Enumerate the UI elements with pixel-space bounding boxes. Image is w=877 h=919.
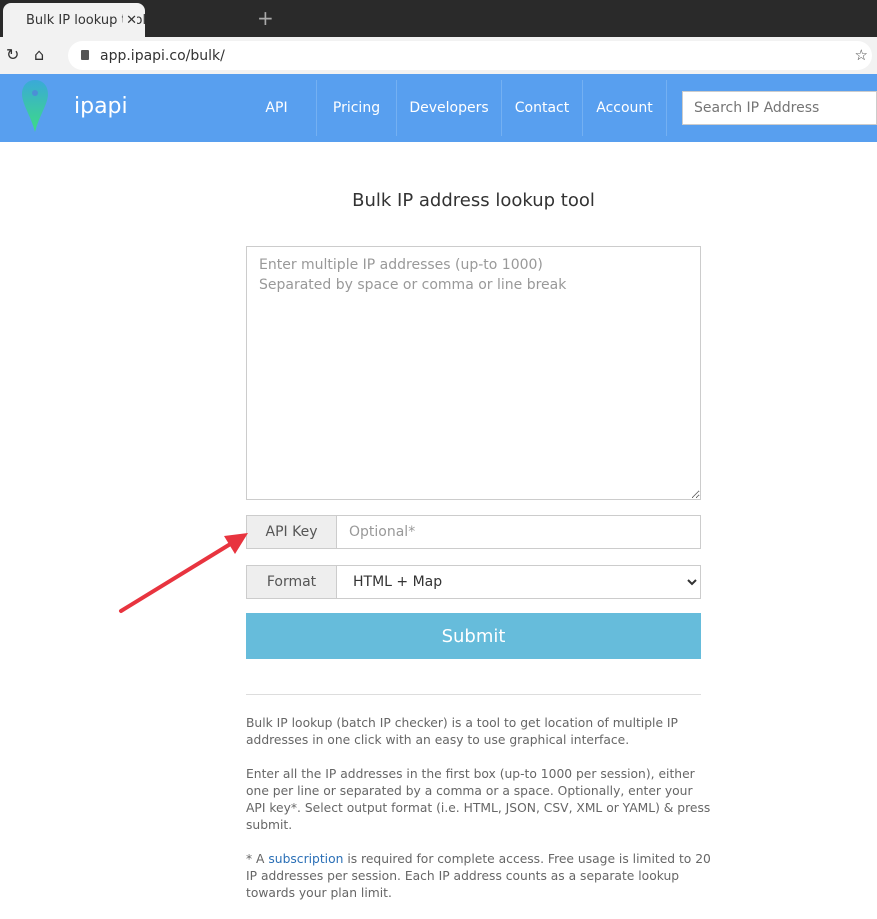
nav-api[interactable]: API [237,80,317,136]
site-navbar: ipapi API Pricing Developers Contact Acc… [0,74,877,142]
divider [246,694,701,695]
bookmark-star-icon[interactable]: ☆ [855,46,868,64]
api-key-group: API Key [246,515,701,549]
submit-button[interactable]: Submit [246,613,701,659]
browser-tab[interactable]: Bulk IP lookup tool | Batch IP ✕ [3,3,145,37]
format-label: Format [247,566,337,598]
lock-icon [81,50,89,60]
nav-links: API Pricing Developers Contact Account [237,80,667,136]
reload-icon[interactable]: ↻ [6,45,19,64]
url-field[interactable]: app.ipapi.co/bulk/ ☆ [68,41,872,70]
nav-contact[interactable]: Contact [502,80,583,136]
browser-tab-bar: Bulk IP lookup tool | Batch IP ✕ + [0,0,877,37]
nav-developers[interactable]: Developers [397,80,502,136]
page-title: Bulk IP address lookup tool [352,190,595,211]
note-prefix: * A [246,852,269,866]
info-paragraph: * A subscription is required for complet… [246,851,711,902]
info-paragraph: Enter all the IP addresses in the first … [246,767,711,832]
logo-pin-icon[interactable] [22,80,48,132]
format-group: Format HTML + Map [246,565,701,599]
subscription-link[interactable]: subscription [268,852,343,866]
close-tab-icon[interactable]: ✕ [123,12,137,28]
api-key-label: API Key [247,516,337,548]
info-paragraph: Bulk IP lookup (batch IP checker) is a t… [246,716,678,747]
url-text: app.ipapi.co/bulk/ [100,47,225,64]
new-tab-icon[interactable]: + [257,6,274,30]
search-ip-input[interactable] [682,91,877,125]
brand-name[interactable]: ipapi [74,94,128,119]
format-select[interactable]: HTML + Map [337,566,700,598]
nav-account[interactable]: Account [583,80,667,136]
ip-addresses-textarea[interactable] [246,246,701,500]
api-key-input[interactable] [337,516,700,548]
home-icon[interactable]: ⌂ [34,45,44,64]
nav-pricing[interactable]: Pricing [317,80,397,136]
info-text: Bulk IP lookup (batch IP checker) is a t… [246,715,711,919]
address-bar-area: ↻ ⌂ app.ipapi.co/bulk/ ☆ [0,37,877,74]
